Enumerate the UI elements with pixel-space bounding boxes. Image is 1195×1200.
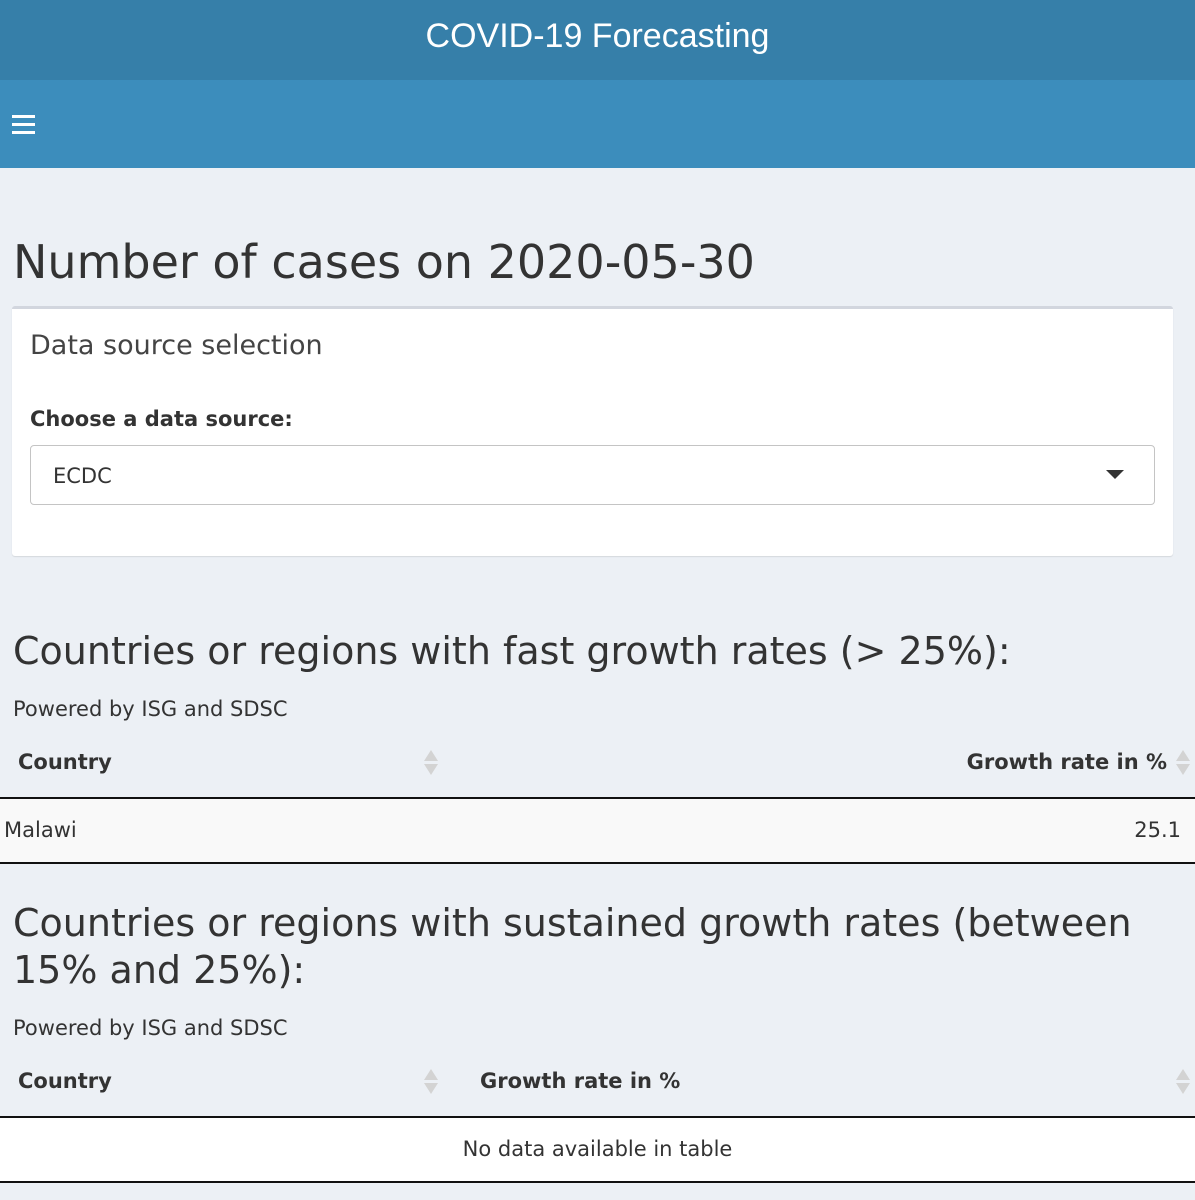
fast-growth-heading: Countries or regions with fast growth ra… <box>13 629 1011 673</box>
box-title: Data source selection <box>30 330 323 361</box>
sort-icon[interactable] <box>424 750 438 776</box>
table-bottom-border <box>0 1181 1195 1183</box>
app-title: COVID-19 Forecasting <box>425 17 770 55</box>
column-header-growth-rate[interactable]: Growth rate in % <box>480 1069 680 1093</box>
column-header-country[interactable]: Country <box>18 750 112 774</box>
sort-icon[interactable] <box>424 1069 438 1095</box>
empty-table-message: No data available in table <box>462 1137 733 1161</box>
cell-growth-rate: 25.1 <box>1134 818 1181 842</box>
table-bottom-border <box>0 862 1195 864</box>
navbar <box>0 80 1195 168</box>
table-row <box>0 799 1195 862</box>
sustained-growth-heading: Countries or regions with sustained grow… <box>13 901 1132 992</box>
caret-down-icon[interactable] <box>1106 470 1124 479</box>
powered-by-text: Powered by ISG and SDSC <box>13 1016 288 1040</box>
app-header: COVID-19 Forecasting <box>0 0 1195 80</box>
data-source-select[interactable]: ECDC <box>30 445 1155 505</box>
data-source-box: Data source selection Choose a data sour… <box>12 306 1173 556</box>
page-title: Number of cases on 2020-05-30 <box>13 235 755 289</box>
column-header-country[interactable]: Country <box>18 1069 112 1093</box>
hamburger-icon[interactable] <box>12 114 35 134</box>
powered-by-text: Powered by ISG and SDSC <box>13 697 288 721</box>
sort-icon[interactable] <box>1176 750 1190 776</box>
cell-country: Malawi <box>4 818 77 842</box>
selected-data-source: ECDC <box>53 464 112 488</box>
data-source-label: Choose a data source: <box>30 407 293 431</box>
column-header-growth-rate[interactable]: Growth rate in % <box>967 750 1167 774</box>
sort-icon[interactable] <box>1176 1069 1190 1095</box>
